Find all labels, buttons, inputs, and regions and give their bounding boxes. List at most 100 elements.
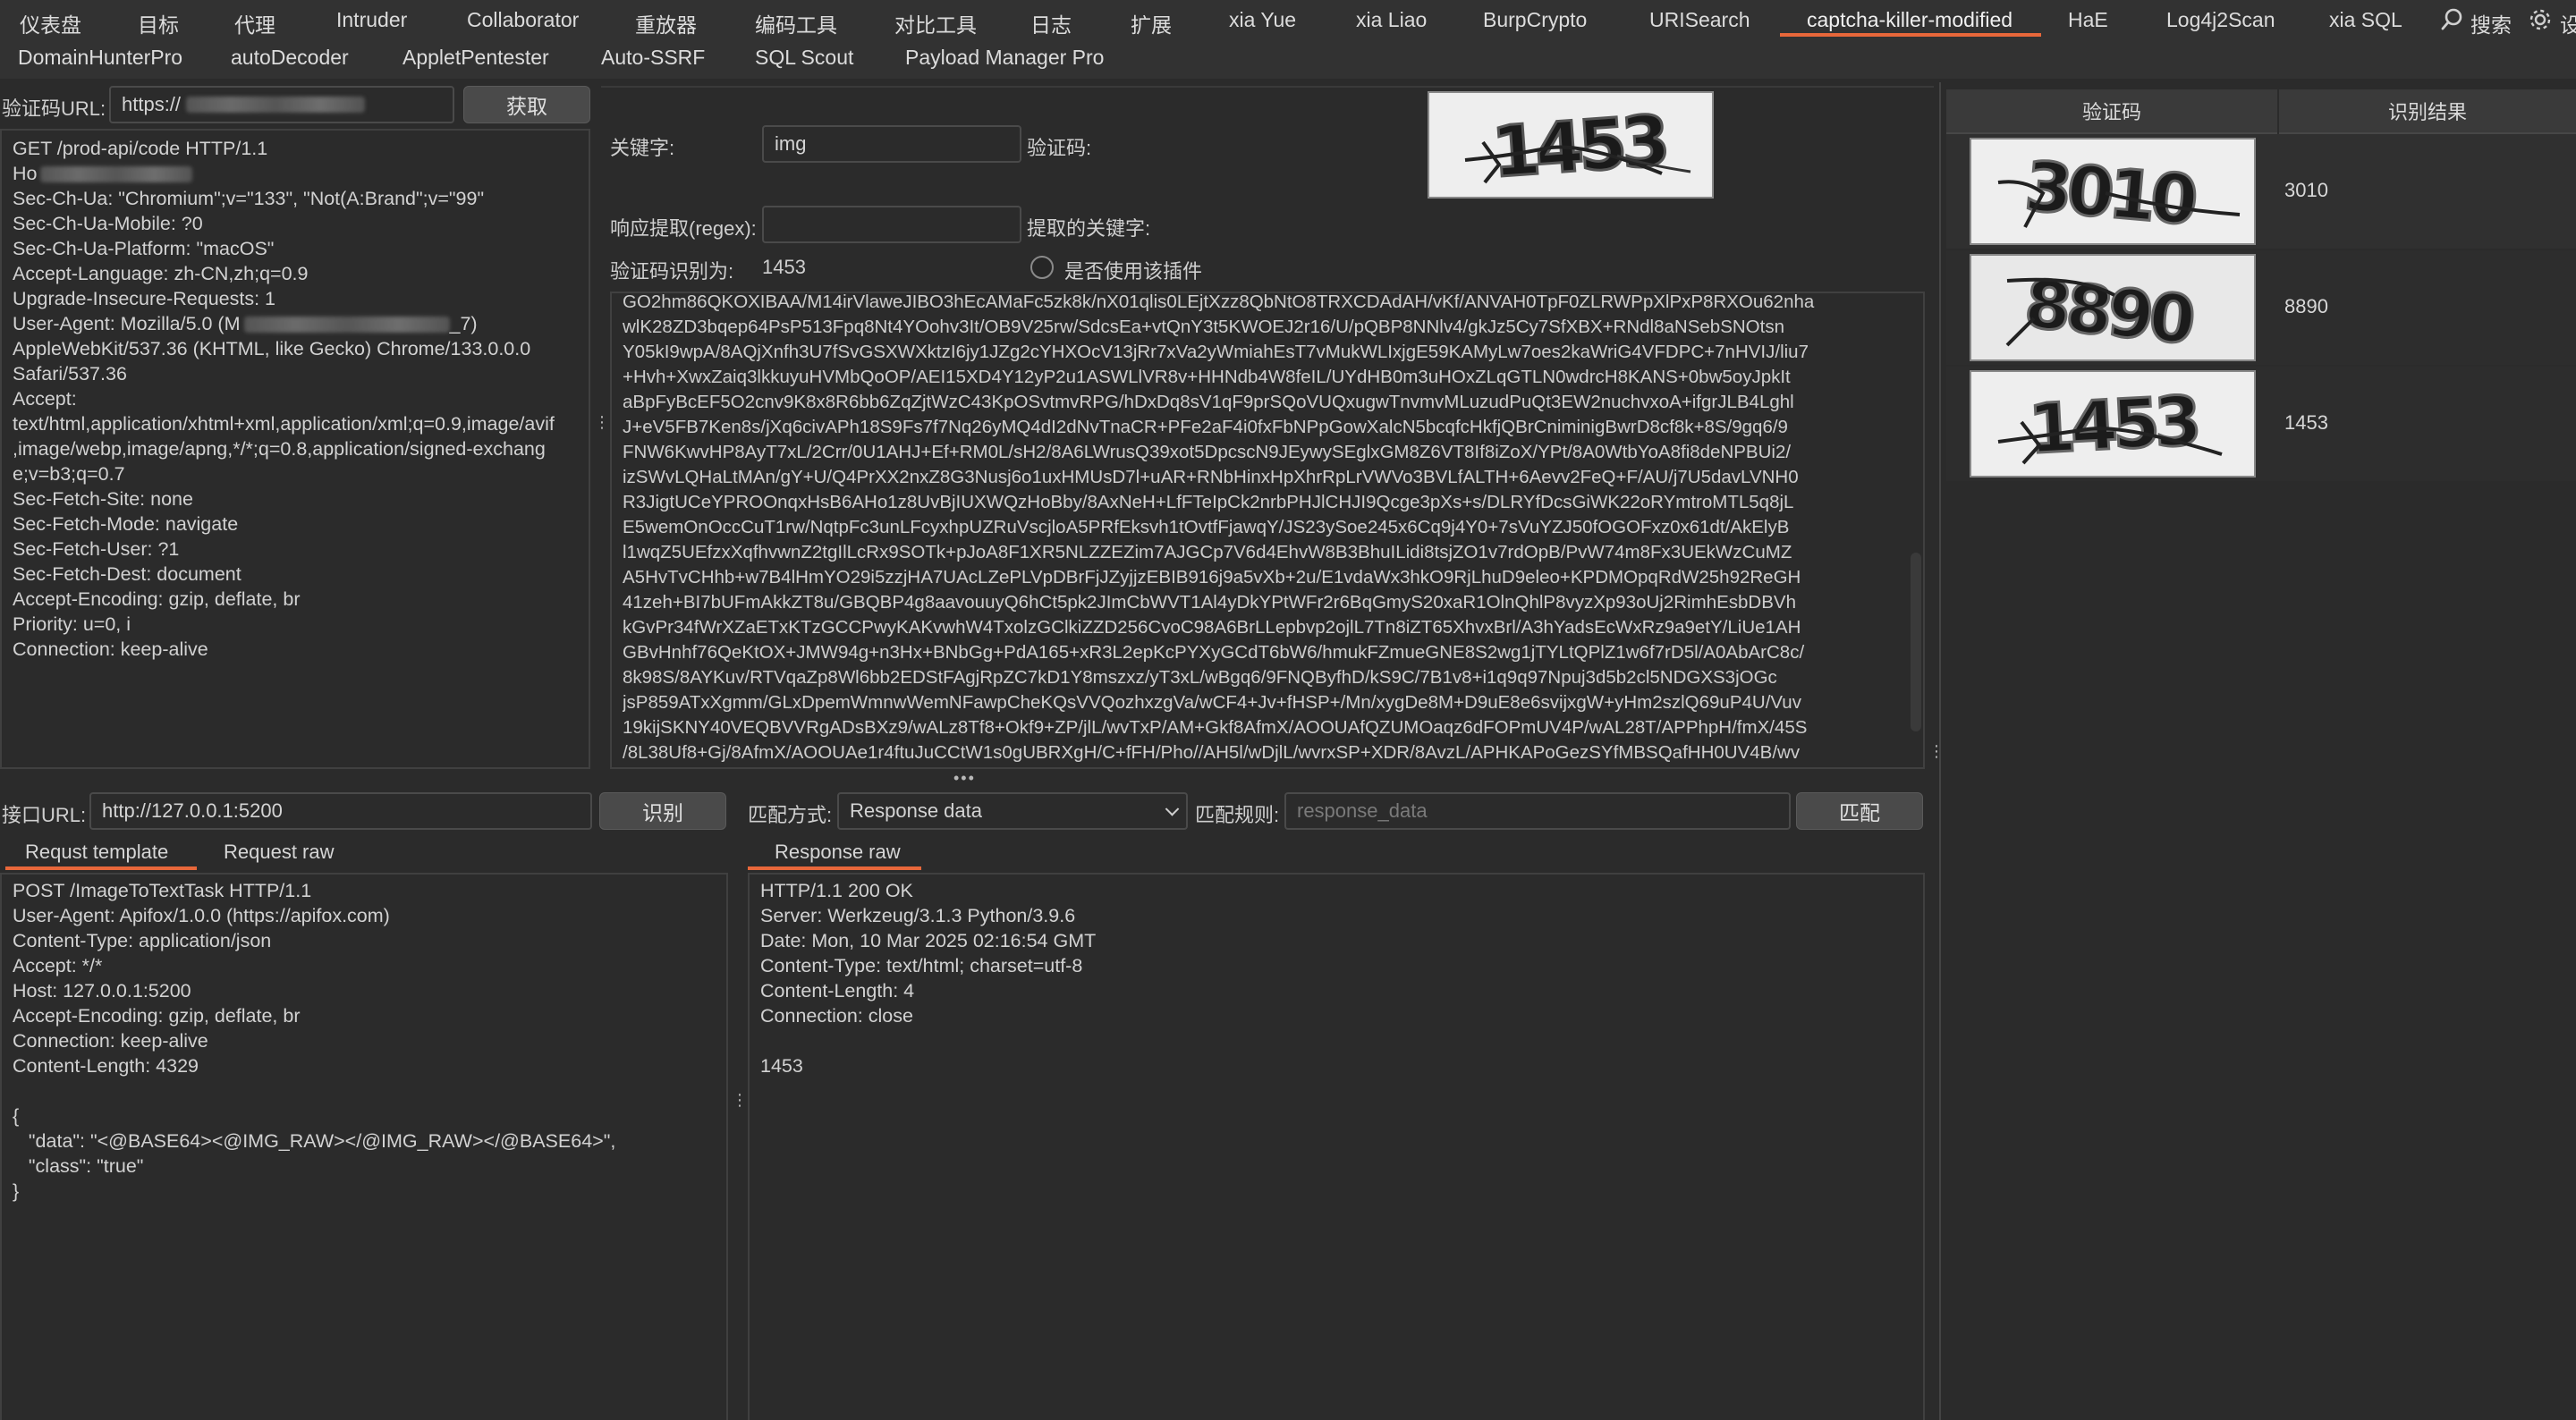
- tab-xia-liao[interactable]: xia Liao: [1356, 8, 1427, 32]
- request-line: Priority: u=0, i: [13, 613, 131, 635]
- tab-sql-scout[interactable]: SQL Scout: [755, 46, 853, 70]
- tab-request-raw[interactable]: Request raw: [224, 841, 335, 864]
- template-line: Accept-Encoding: gzip, deflate, br: [13, 1005, 301, 1027]
- tab-proxy[interactable]: 代理: [234, 8, 275, 38]
- tab-auto-ssrf[interactable]: Auto-SSRF: [601, 46, 705, 70]
- tab-captcha-killer-modified[interactable]: captcha-killer-modified: [1807, 8, 2012, 32]
- base64-text[interactable]: GO2hm86QKOXIBAA/M14irVlawеJIBO3hEcAMaFc5…: [623, 293, 1903, 765]
- splitter-grip[interactable]: ⋮: [732, 1092, 748, 1108]
- tab-urisearch[interactable]: URISearch: [1649, 8, 1750, 32]
- base64-line: J+eV5FB7Ken8s/jXq6civAPh18S9Fs7f7Nq26yMQ…: [623, 417, 1788, 437]
- base64-line: 41zeh+BI7bUFmAkkZT8u/GBQBP4g8aavouuyQ6hC…: [623, 592, 1796, 613]
- splitter-grip-horizontal[interactable]: •••: [953, 770, 976, 786]
- template-line: Content-Type: application/json: [13, 930, 272, 951]
- request-line: Sec-Ch-Ua-Platform: "macOS": [13, 238, 275, 259]
- response-line: 1453: [760, 1055, 803, 1077]
- base64-line: A5HvTvCHhb+w7B4lHmYO29i5zzjHA7UAcLZePLVp…: [623, 567, 1801, 587]
- column-header-result[interactable]: 识别结果: [2279, 89, 2576, 134]
- tab-appletpentester[interactable]: AppletPentester: [402, 46, 549, 70]
- captcha-label: 验证码:: [1027, 137, 1092, 159]
- base64-line: /8L38Uf8+Gj/8AfmX/AOOUAe1r4ftuJuCCtW1s0g…: [623, 742, 1801, 763]
- splitter-grip[interactable]: ⋮: [1928, 743, 1945, 759]
- regex-label: 响应提取(regex):: [610, 217, 757, 240]
- response-raw-text[interactable]: HTTP/1.1 200 OK Server: Werkzeug/3.1.3 Py…: [760, 878, 1096, 1078]
- tab-autodecoder[interactable]: autoDecoder: [231, 46, 349, 70]
- gear-icon[interactable]: [2528, 7, 2553, 32]
- request-line: Sec-Fetch-Dest: document: [13, 563, 242, 585]
- tab-decoder[interactable]: 编码工具: [755, 8, 837, 38]
- base64-line: kGvPr34fWrXZaETxKTzGCCPwyKAKvwhW4TxolzGC…: [623, 617, 1801, 638]
- captcha-url-label: 验证码URL:: [2, 97, 106, 120]
- tab-target[interactable]: 目标: [138, 8, 179, 38]
- scrollbar[interactable]: [1911, 553, 1921, 731]
- tab-intruder[interactable]: Intruder: [336, 8, 407, 32]
- template-line: Content-Length: 4329: [13, 1055, 199, 1077]
- match-rule-input[interactable]: response_data: [1284, 792, 1791, 830]
- api-url-label: 接口URL:: [2, 804, 87, 826]
- recognize-button[interactable]: 识别: [599, 792, 726, 830]
- column-header-captcha[interactable]: 验证码: [1946, 89, 2277, 134]
- search-icon[interactable]: [2440, 7, 2465, 32]
- request-line: Accept-Encoding: gzip, deflate, br: [13, 588, 301, 610]
- response-line: Date: Mon, 10 Mar 2025 02:16:54 GMT: [760, 930, 1097, 951]
- request-line: Upgrade-Insecure-Requests: 1: [13, 288, 275, 309]
- base64-line: Y05kI9wpA/8AQjXnfh3U7fSvGSXWXktzI6jy1JZg…: [623, 342, 1809, 362]
- base64-line: 19kijSKNY40VEQBVVRgADsBXz9/wALz8Tf8+Okf9…: [623, 717, 1808, 738]
- keyword-input[interactable]: img: [762, 125, 1021, 163]
- captcha-thumbnail: 1453: [1970, 370, 2256, 478]
- regex-input[interactable]: [762, 206, 1021, 243]
- tab-domainhunterpro[interactable]: DomainHunterPro: [18, 46, 182, 70]
- base64-line: izSWvLQHaLtMAn/gY+U/Q4PrXX2nxZ8G3Nusj6o1…: [623, 467, 1799, 487]
- search-label[interactable]: 搜索: [2470, 8, 2512, 38]
- match-button[interactable]: 匹配: [1796, 792, 1923, 830]
- response-raw-panel[interactable]: HTTP/1.1 200 OK Server: Werkzeug/3.1.3 Py…: [748, 873, 1925, 1420]
- captcha-request-text[interactable]: GET /prod-api/code HTTP/1.1 Ho Sec-Ch-Ua: …: [13, 136, 585, 662]
- template-line: Accept: */*: [13, 955, 103, 976]
- tab-hae[interactable]: HaE: [2068, 8, 2108, 32]
- captcha-request-panel[interactable]: GET /prod-api/code HTTP/1.1 Ho Sec-Ch-Ua: …: [0, 129, 590, 769]
- captcha-url-input[interactable]: https://: [109, 86, 454, 123]
- tab-response-raw[interactable]: Response raw: [775, 841, 901, 864]
- tab-repeater[interactable]: 重放器: [635, 8, 697, 38]
- tab-logger[interactable]: 日志: [1030, 8, 1072, 38]
- request-template-text[interactable]: POST /ImageToTextTask HTTP/1.1 User-Agent…: [13, 878, 615, 1204]
- settings-label[interactable]: 设: [2560, 8, 2576, 38]
- api-url-input[interactable]: http://127.0.0.1:5200: [89, 792, 592, 830]
- request-line: Sec-Ch-Ua: "Chromium";v="133", "Not(A:Br…: [13, 188, 485, 209]
- tab-comparer[interactable]: 对比工具: [894, 8, 977, 38]
- template-line: "class": "true": [13, 1155, 144, 1177]
- request-line: AppleWebKit/537.36 (KHTML, like Gecko) C…: [13, 338, 531, 359]
- tab-extensions[interactable]: 扩展: [1131, 8, 1172, 38]
- request-line: Sec-Fetch-User: ?1: [13, 538, 180, 560]
- captcha-response-panel[interactable]: GO2hm86QKOXIBAA/M14irVlawеJIBO3hEcAMaFc5…: [610, 292, 1925, 769]
- base64-line: jsP859ATxXgmm/GLxDpemWmnwWemNFawpCheKQsV…: [623, 692, 1801, 713]
- request-line: e;v=b3;q=0.7: [13, 463, 125, 485]
- tab-log4j2scan[interactable]: Log4j2Scan: [2166, 8, 2275, 32]
- request-line: Sec-Ch-Ua-Mobile: ?0: [13, 213, 203, 234]
- request-line: Accept-Language: zh-CN,zh;q=0.9: [13, 263, 309, 284]
- match-mode-select[interactable]: Response data: [837, 792, 1188, 830]
- tab-request-template[interactable]: Requst template: [25, 841, 168, 864]
- use-plugin-radio[interactable]: [1030, 256, 1054, 279]
- tab-payload-manager-pro[interactable]: Payload Manager Pro: [905, 46, 1104, 70]
- base64-line: l1wqZ5UEfzxXqfhvwnZ2tgIlLcRx9SOTk+pJoA8F…: [623, 542, 1792, 562]
- result-value: 8890: [2284, 295, 2328, 317]
- request-template-panel[interactable]: POST /ImageToTextTask HTTP/1.1 User-Agent…: [0, 873, 728, 1420]
- chevron-down-icon: [1165, 802, 1180, 816]
- splitter-grip[interactable]: ⋮: [594, 414, 610, 430]
- tab-dashboard[interactable]: 仪表盘: [20, 8, 81, 38]
- template-line: "data": "<@BASE64><@IMG_RAW></@IMG_RAW><…: [13, 1130, 616, 1152]
- tab-xia-sql[interactable]: xia SQL: [2329, 8, 2402, 32]
- use-plugin-label[interactable]: 是否使用该插件: [1064, 256, 1202, 284]
- fetch-button[interactable]: 获取: [463, 86, 590, 123]
- result-value: 1453: [2284, 411, 2328, 434]
- tab-burpcrypto[interactable]: BurpCrypto: [1483, 8, 1587, 32]
- tab-xia-yue[interactable]: xia Yue: [1229, 8, 1296, 32]
- tab-collaborator[interactable]: Collaborator: [467, 8, 579, 32]
- result-value: 3010: [2284, 179, 2328, 201]
- request-line: Ho: [13, 161, 585, 186]
- redacted-url: [186, 97, 366, 113]
- match-mode-label: 匹配方式:: [748, 804, 833, 826]
- base64-line: wlK28ZD3bqep64PsP513Fpq8Nt4YOohv3It/OB9V…: [623, 317, 1784, 337]
- request-line: Sec-Fetch-Mode: navigate: [13, 513, 239, 535]
